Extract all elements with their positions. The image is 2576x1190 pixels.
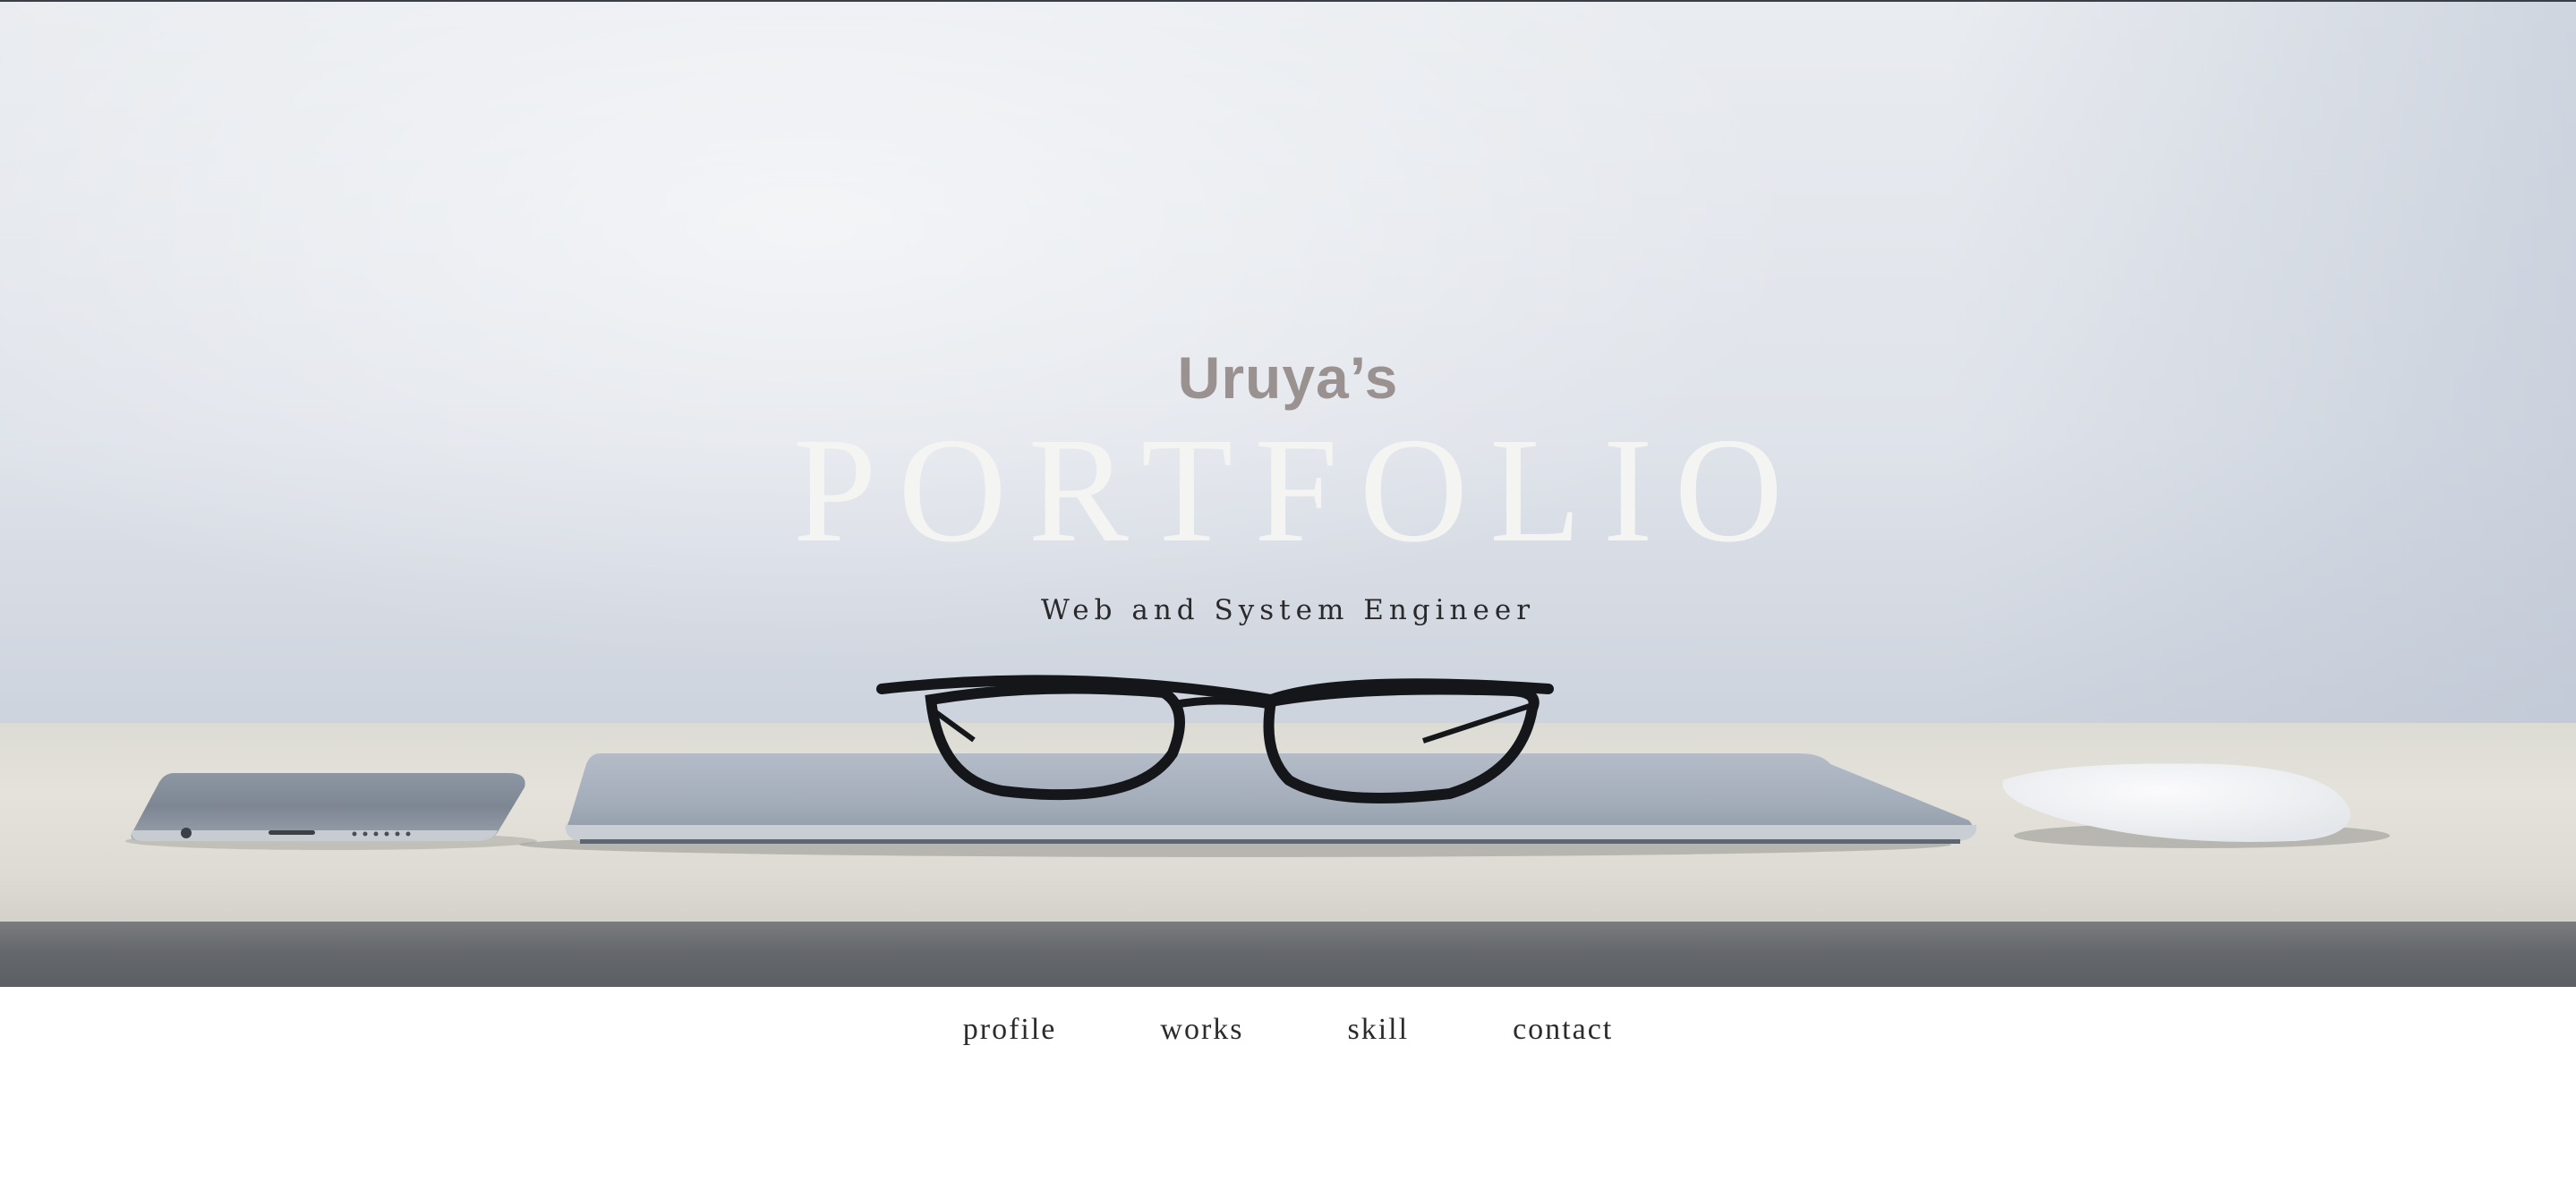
hero-text: Uruya’s PORTFOLIO Web and System Enginee…	[0, 2, 2576, 987]
nav-item-works[interactable]: works	[1108, 1013, 1295, 1047]
owner-name: Uruya’s	[1177, 344, 1399, 411]
hero-section: Uruya’s PORTFOLIO Web and System Enginee…	[0, 0, 2576, 987]
nav-item-contact[interactable]: contact	[1461, 1013, 1665, 1047]
nav-item-skill[interactable]: skill	[1296, 1013, 1462, 1047]
main-navigation: profile works skill contact	[0, 987, 2576, 1073]
page-subtitle: Web and System Engineer	[1040, 594, 1536, 626]
nav-item-profile[interactable]: profile	[911, 1013, 1109, 1047]
page: Uruya’s PORTFOLIO Web and System Enginee…	[0, 0, 2576, 1190]
page-title: PORTFOLIO	[793, 407, 1804, 574]
